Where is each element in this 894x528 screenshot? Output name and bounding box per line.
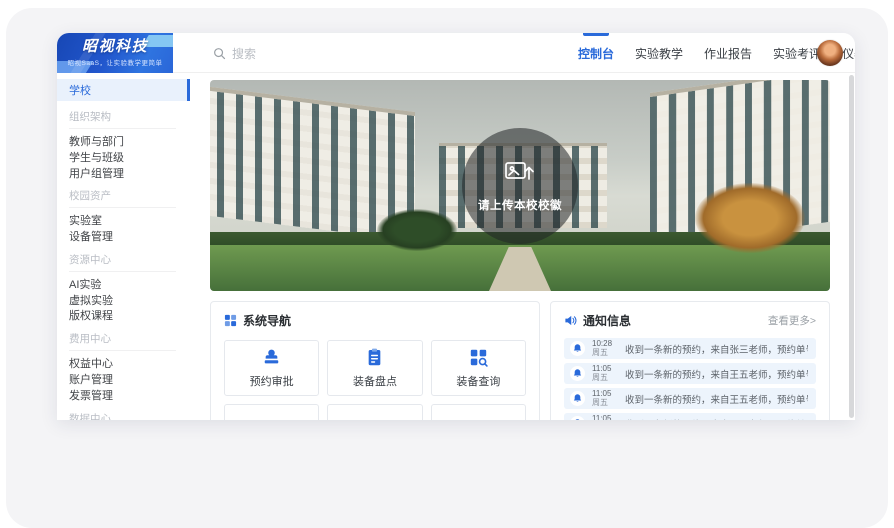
sidebar-group-heading: 校园资产 <box>69 188 176 208</box>
notice-item[interactable]: 10:28周五收到一条新的预约，来自张三老师，预约单号为: Y-0044，请尽快… <box>564 338 816 359</box>
notice-time: 11:05周五 <box>592 365 618 382</box>
topnav-label: 仪器设备 <box>842 45 855 62</box>
search-input[interactable]: 搜索 <box>213 33 256 73</box>
sidebar-item[interactable]: 虚拟实验 <box>57 292 190 308</box>
topnav-item-1[interactable]: 控制台 <box>578 33 614 73</box>
nav-card[interactable] <box>327 404 422 420</box>
sidebar-item[interactable]: 教师与部门 <box>57 133 190 149</box>
notice-item[interactable]: 11:05周五收到一条新的预约，来自王五老师，预约单号为: Y-0056，请尽快… <box>564 388 816 409</box>
notice-time: 11:05周五 <box>592 415 618 420</box>
grid-search-icon <box>468 347 489 368</box>
notice-text: 收到一条新的预约，来自王五老师，预约单号为: Y-0056，请尽快处理。 <box>625 367 808 381</box>
bell-icon <box>570 416 585 420</box>
sidebar-item[interactable]: 版权课程 <box>57 308 190 324</box>
sidebar-item[interactable]: 发票管理 <box>57 387 190 403</box>
speaker-icon <box>564 314 577 327</box>
nav-card-grid: 预约审批 装备盘点 装备查询 <box>224 340 526 420</box>
nav-card[interactable]: 装备查询 <box>431 340 526 396</box>
clipboard-icon <box>364 347 385 368</box>
sidebar: 学校组织架构教师与部门学生与班级用户组管理校园资产实验室设备管理资源中心 AI实验… <box>57 73 190 420</box>
campus-tree-green <box>377 209 457 251</box>
topnav-label: 作业报告 <box>704 45 752 62</box>
stamp-icon <box>261 347 282 368</box>
vertical-scrollbar[interactable] <box>849 75 854 418</box>
sidebar-item[interactable]: 账户管理 <box>57 371 190 387</box>
notice-list: 10:28周五收到一条新的预约，来自张三老师，预约单号为: Y-0044，请尽快… <box>564 338 816 420</box>
nav-card[interactable]: 预约审批 <box>224 340 319 396</box>
bell-icon <box>570 391 585 406</box>
active-tab-indicator <box>583 33 609 36</box>
sidebar-item[interactable]: 实验室 <box>57 212 190 228</box>
upload-logo-label: 请上传本校校徽 <box>478 197 562 213</box>
nav-card[interactable]: 装备盘点 <box>327 340 422 396</box>
grid-icon <box>224 314 237 327</box>
topnav-item-3[interactable]: 作业报告 <box>704 33 752 73</box>
sidebar-item[interactable]: 学生与班级 <box>57 149 190 165</box>
system-nav-panel: 系统导航 预约审批 装备盘点 装备查询 <box>210 301 540 420</box>
top-bar: 昭视科技 昭视SaaS，让实验教学更简单 搜索 控制台 实验教学 作业报告 实验考评 仪… <box>57 33 855 73</box>
sidebar-group-heading: 资源中心 <box>69 252 176 272</box>
nav-card[interactable] <box>431 404 526 420</box>
sidebar-item[interactable]: 学校 <box>57 79 190 101</box>
sidebar-item[interactable]: 权益中心 <box>57 355 190 371</box>
nav-card-label: 装备查询 <box>456 373 500 389</box>
upload-logo-button[interactable]: 请上传本校校徽 <box>462 128 578 244</box>
notice-text: 收到一条新的预约，来自王五老师，预约单号为: Y-0056，请尽快处理。 <box>625 392 808 406</box>
bell-icon <box>570 341 585 356</box>
notice-text: 收到一条新的预约，来自王五老师，预约单号为: Y-0056，请尽快处理。 <box>625 417 808 421</box>
sidebar-item[interactable]: AI实验 <box>57 276 190 292</box>
notice-item[interactable]: 11:05周五 收到一条新的预约，来自王五老师，预约单号为: Y-0056，请尽快… <box>564 413 816 420</box>
topnav-item-2[interactable]: 实验教学 <box>635 33 683 73</box>
brand-name: 昭视科技 <box>82 39 148 55</box>
upload-image-icon <box>503 158 537 188</box>
notice-panel: 通知信息 查看更多> 10:28周五收到一条新的预约，来自张三老师，预约单号为:… <box>550 301 830 420</box>
school-banner: 请上传本校校徽 <box>210 80 830 291</box>
notice-title: 通知信息 <box>583 312 631 329</box>
topnav-label: 实验考评 <box>773 45 821 62</box>
view-more-link[interactable]: 查看更多> <box>768 313 816 328</box>
brand-logo[interactable]: 昭视科技 昭视SaaS，让实验教学更简单 <box>57 33 173 73</box>
user-avatar[interactable] <box>817 40 843 66</box>
notice-time: 10:28周五 <box>592 340 618 357</box>
sidebar-group-heading: 组织架构 <box>69 109 176 129</box>
nav-card[interactable] <box>224 404 319 420</box>
search-placeholder: 搜索 <box>232 45 256 62</box>
bell-icon <box>570 366 585 381</box>
notice-time: 11:05周五 <box>592 390 618 407</box>
nav-card-label: 装备盘点 <box>353 373 397 389</box>
sidebar-group-heading: 数据中心 <box>69 411 176 420</box>
search-icon <box>213 47 226 60</box>
topnav-item-4[interactable]: 实验考评 <box>773 33 821 73</box>
topnav-label: 实验教学 <box>635 45 683 62</box>
sidebar-item[interactable]: 设备管理 <box>57 228 190 244</box>
topnav-item-5[interactable]: 仪器设备 <box>842 33 855 73</box>
system-nav-title: 系统导航 <box>243 312 291 329</box>
campus-tree-orange <box>695 183 805 253</box>
sidebar-group-heading: 费用中心 <box>69 331 176 351</box>
top-navigation: 控制台 实验教学 作业报告 实验考评 仪器设备 <box>578 33 855 73</box>
sidebar-item[interactable]: 用户组管理 <box>57 165 190 181</box>
topnav-label: 控制台 <box>578 45 614 62</box>
notice-text: 收到一条新的预约，来自张三老师，预约单号为: Y-0044，请尽快处理。 <box>625 342 808 356</box>
app-window: 昭视科技 昭视SaaS，让实验教学更简单 搜索 控制台 实验教学 作业报告 实验考评 仪… <box>57 33 855 420</box>
brand-tagline: 昭视SaaS，让实验教学更简单 <box>68 57 163 67</box>
notice-item[interactable]: 11:05周五收到一条新的预约，来自王五老师，预约单号为: Y-0056，请尽快… <box>564 363 816 384</box>
nav-card-label: 预约审批 <box>250 373 294 389</box>
